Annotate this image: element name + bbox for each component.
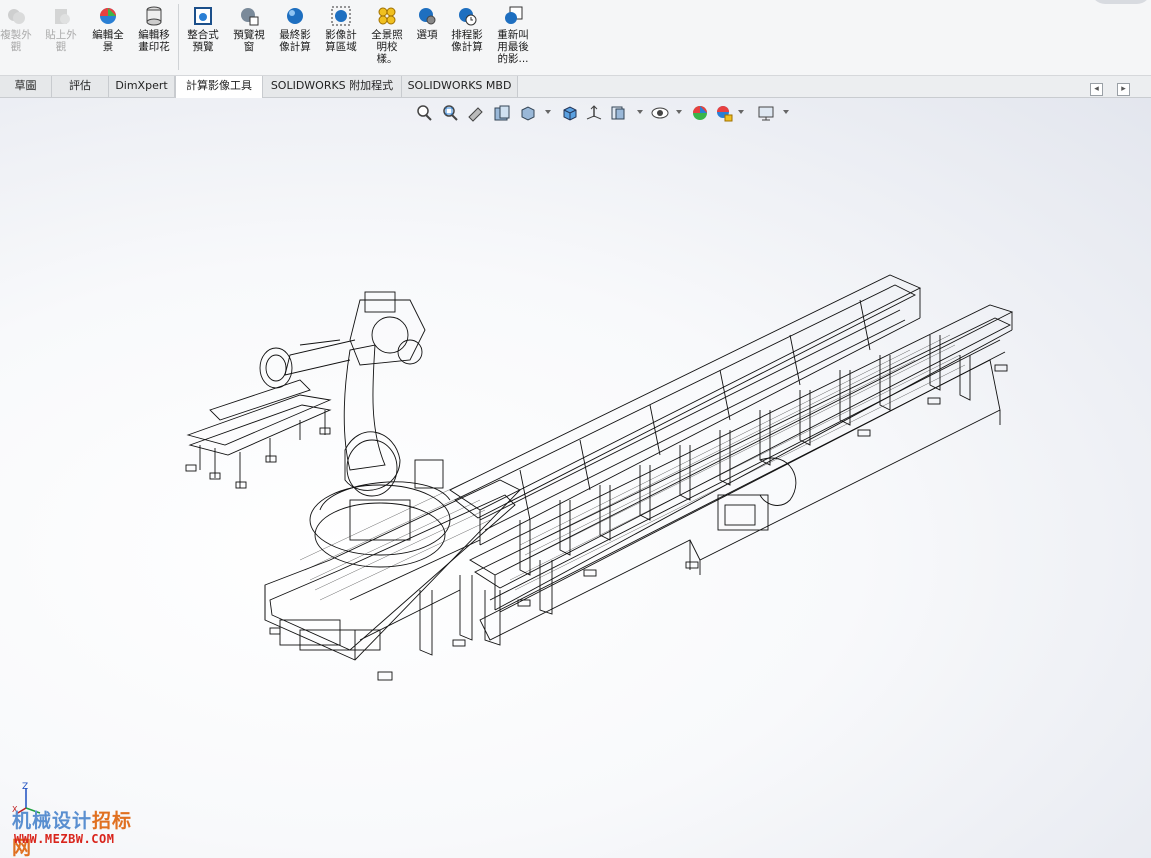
graphics-viewport[interactable] bbox=[0, 98, 1151, 858]
options-button[interactable]: 選項 bbox=[405, 5, 449, 71]
display-style-icon[interactable] bbox=[560, 103, 580, 123]
tab-scroll-left-button[interactable]: ◂ bbox=[1090, 83, 1103, 96]
ribbon-separator bbox=[178, 4, 179, 70]
copy-appearance-button[interactable]: 複製外觀 bbox=[0, 5, 38, 71]
window-corner-decoration bbox=[1091, 0, 1151, 4]
display-dropdown[interactable] bbox=[637, 110, 643, 114]
edit-decal-button[interactable]: 編輯移畫印花 bbox=[132, 5, 176, 71]
tab-solidworks-mbd[interactable]: SOLIDWORKS MBD bbox=[402, 76, 518, 97]
final-render-icon bbox=[287, 8, 303, 24]
previous-view-icon[interactable] bbox=[466, 103, 486, 123]
render-region-icon bbox=[331, 6, 351, 26]
tab-sketch[interactable]: 草圖 bbox=[0, 76, 52, 97]
edit-appearance-icon[interactable] bbox=[608, 103, 628, 123]
view-orientation-icon[interactable] bbox=[518, 103, 538, 123]
view-settings-icon[interactable] bbox=[690, 103, 710, 123]
copy-appearance-icon bbox=[8, 9, 25, 24]
recall-last-render-button[interactable]: 重新叫用最後的影... bbox=[491, 5, 535, 71]
site-watermark: 机械设计招标网 WWW.MEZBW.COM bbox=[8, 806, 148, 858]
edit-decal-icon bbox=[146, 6, 162, 26]
schedule-render-button[interactable]: 排程影像計算 bbox=[445, 5, 489, 71]
render-region-button[interactable]: 影像計算區域 bbox=[319, 5, 363, 71]
zoom-to-fit-icon[interactable] bbox=[414, 103, 434, 123]
view-orientation-dropdown[interactable] bbox=[545, 110, 551, 114]
scene-dropdown[interactable] bbox=[738, 110, 744, 114]
hide-show-items-icon[interactable] bbox=[584, 103, 604, 123]
zoom-to-area-icon[interactable] bbox=[440, 103, 460, 123]
integrated-preview-button[interactable]: 整合式預覽 bbox=[181, 5, 225, 71]
preview-window-icon bbox=[241, 8, 259, 26]
tab-render-tools[interactable]: 計算影像工具 bbox=[175, 76, 263, 98]
apply-scene-icon[interactable] bbox=[650, 103, 670, 123]
edit-scene-icon bbox=[100, 8, 116, 24]
scene-globe-icon[interactable] bbox=[714, 103, 734, 123]
section-view-icon[interactable] bbox=[492, 103, 512, 123]
command-manager-tabs: 草圖 評估 DimXpert 計算影像工具 SOLIDWORKS 附加程式 SO… bbox=[0, 76, 1151, 98]
edit-scene-button[interactable]: 編輯全景 bbox=[86, 5, 130, 71]
preview-window-button[interactable]: 預覽視窗 bbox=[227, 5, 271, 71]
scene-illumination-proof-button[interactable]: 全景照明校樣。 bbox=[365, 5, 409, 71]
triad-z-label: Z bbox=[22, 782, 28, 792]
watermark-url: WWW.MEZBW.COM bbox=[14, 832, 115, 846]
integrated-preview-icon bbox=[194, 7, 212, 25]
tab-evaluate[interactable]: 評估 bbox=[52, 76, 109, 97]
hide-show-dropdown[interactable] bbox=[676, 110, 682, 114]
paste-appearance-icon bbox=[55, 9, 70, 24]
tab-dimxpert[interactable]: DimXpert bbox=[109, 76, 175, 97]
scene-illumination-proof-icon bbox=[378, 7, 396, 25]
paste-appearance-button[interactable]: 貼上外觀 bbox=[39, 5, 83, 71]
display-monitor-icon[interactable] bbox=[756, 103, 776, 123]
robot-gantry-wireframe-model bbox=[185, 274, 1014, 681]
monitor-dropdown[interactable] bbox=[783, 110, 789, 114]
recall-last-render-icon bbox=[505, 6, 523, 24]
tab-solidworks-addins[interactable]: SOLIDWORKS 附加程式 bbox=[263, 76, 402, 97]
ribbon-toolbar: 複製外觀 貼上外觀 編輯全景 編輯移畫印花 整合式預覽 預覽視窗 最終影像計算 … bbox=[0, 0, 1151, 76]
tab-scroll-right-button[interactable]: ▸ bbox=[1117, 83, 1130, 96]
schedule-render-icon bbox=[459, 8, 477, 26]
options-icon bbox=[419, 8, 436, 25]
final-render-button[interactable]: 最終影像計算 bbox=[273, 5, 317, 71]
